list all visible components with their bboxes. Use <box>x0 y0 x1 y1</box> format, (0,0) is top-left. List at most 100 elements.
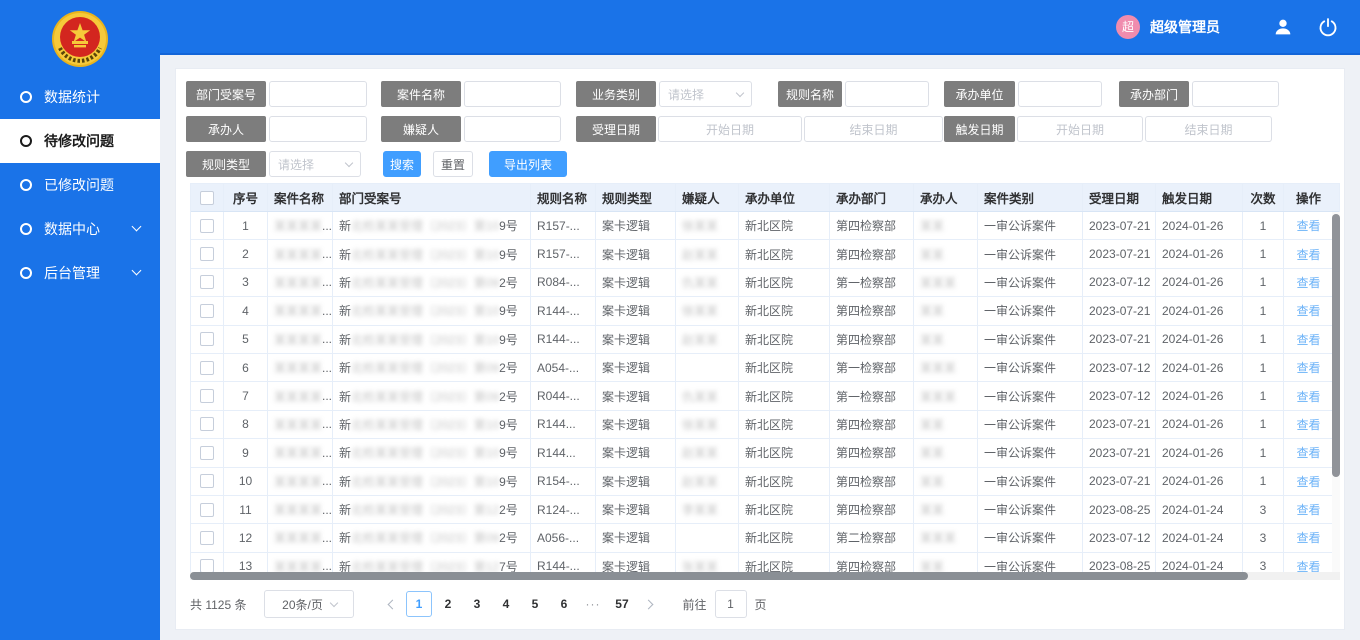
view-link[interactable]: 查看 <box>1296 217 1320 234</box>
row-checkbox[interactable] <box>200 332 214 346</box>
page-number-4[interactable]: 4 <box>493 591 519 617</box>
row-checkbox[interactable] <box>200 247 214 261</box>
horizontal-scrollbar-thumb[interactable] <box>190 572 1248 580</box>
rule-type-cell: 案卡逻辑 <box>596 468 676 495</box>
suspect-input[interactable] <box>464 116 561 142</box>
row-checkbox[interactable] <box>200 446 214 460</box>
reset-button[interactable]: 重置 <box>433 151 473 177</box>
count-cell: 3 <box>1243 496 1284 523</box>
page-number-1[interactable]: 1 <box>406 591 432 617</box>
circle-icon <box>20 223 32 235</box>
sidebar-item-label: 已修改问题 <box>44 175 114 195</box>
dept-cell: 第四检察部 <box>830 496 914 523</box>
sidebar-item-3[interactable]: 已修改问题 <box>0 163 160 207</box>
category-cell: 一审公诉案件 <box>978 212 1083 239</box>
handler-cell: 某某 <box>914 468 978 495</box>
power-icon[interactable] <box>1318 17 1338 37</box>
text: 9号 <box>499 473 518 490</box>
dept-input[interactable] <box>1192 81 1279 107</box>
page-number-57[interactable]: 57 <box>609 591 635 617</box>
trigger-date-end-input[interactable]: 结束日期 <box>1145 116 1272 142</box>
handler-cell: 某某 <box>914 212 978 239</box>
view-link[interactable]: 查看 <box>1296 444 1320 461</box>
rule-type-select[interactable]: 请选择 <box>269 151 361 177</box>
sidebar-item-1[interactable]: 数据统计 <box>0 75 160 119</box>
dept-cell: 第四检察部 <box>830 240 914 267</box>
accept-date-cell: 2023-07-21 <box>1083 212 1156 239</box>
row-checkbox[interactable] <box>200 474 214 488</box>
text: ... <box>322 446 332 460</box>
row-checkbox[interactable] <box>200 389 214 403</box>
handler-input[interactable] <box>269 116 367 142</box>
handler-redacted: 某某某 <box>920 359 956 376</box>
dept-case-no-cell: 新北检某某受理〔2023〕第092号 <box>333 354 531 381</box>
dept-cell: 第一检察部 <box>830 269 914 296</box>
rule-name-cell: R124-... <box>531 496 596 523</box>
view-link[interactable]: 查看 <box>1296 359 1320 376</box>
horizontal-scrollbar <box>190 572 1340 580</box>
suspect-redacted: 徐某某 <box>682 217 718 234</box>
sidebar-item-4[interactable]: 数据中心 <box>0 207 160 251</box>
case-name-input[interactable] <box>464 81 561 107</box>
row-checkbox[interactable] <box>200 531 214 545</box>
row-checkbox[interactable] <box>200 361 214 375</box>
row-checkbox[interactable] <box>200 304 214 318</box>
column-header: 次数 <box>1243 184 1284 211</box>
select-all-checkbox[interactable] <box>200 191 214 205</box>
trigger-date-start-input[interactable]: 开始日期 <box>1017 116 1143 142</box>
view-link[interactable]: 查看 <box>1296 416 1320 433</box>
biz-type-select[interactable]: 请选择 <box>659 81 752 107</box>
case-name-cell: 某某某某... <box>268 468 333 495</box>
trigger-date-cell: 2024-01-26 <box>1156 382 1243 409</box>
goto-page-input[interactable] <box>715 590 747 618</box>
page-size-select[interactable]: 20条/页 <box>264 590 354 618</box>
vertical-scrollbar-thumb[interactable] <box>1332 214 1340 477</box>
rule-name-cell: A054-... <box>531 354 596 381</box>
avatar[interactable]: 超 <box>1116 15 1140 39</box>
dept-case-no-input[interactable] <box>269 81 367 107</box>
org-input[interactable] <box>1018 81 1102 107</box>
page-number-5[interactable]: 5 <box>522 591 548 617</box>
text: 新 <box>339 246 351 263</box>
text: ... <box>322 389 332 403</box>
rule-name-cell: R144... <box>531 411 596 438</box>
view-link[interactable]: 查看 <box>1296 473 1320 490</box>
case-no-redacted: 北检某某受理〔2023〕第09 <box>351 529 499 546</box>
accept-date-start-input[interactable]: 开始日期 <box>658 116 802 142</box>
accept-date-end-input[interactable]: 结束日期 <box>804 116 943 142</box>
text: ... <box>322 531 332 545</box>
view-link[interactable]: 查看 <box>1296 529 1320 546</box>
count-cell: 1 <box>1243 439 1284 466</box>
view-link[interactable]: 查看 <box>1296 302 1320 319</box>
prev-page-button[interactable] <box>380 590 404 618</box>
suspect-redacted: 赵某某 <box>682 473 718 490</box>
view-link[interactable]: 查看 <box>1296 501 1320 518</box>
next-page-button[interactable] <box>636 590 660 618</box>
rule-name-input[interactable] <box>845 81 929 107</box>
action-cell: 查看 <box>1284 326 1333 353</box>
handler-cell: 某某 <box>914 411 978 438</box>
row-checkbox[interactable] <box>200 503 214 517</box>
page-number-2[interactable]: 2 <box>435 591 461 617</box>
action-cell: 查看 <box>1284 297 1333 324</box>
page-number-6[interactable]: 6 <box>551 591 577 617</box>
dept-case-no-cell: 新北检某某受理〔2023〕第122号 <box>333 496 531 523</box>
filter-label: 规则类型 <box>186 151 266 177</box>
row-checkbox[interactable] <box>200 417 214 431</box>
view-link[interactable]: 查看 <box>1296 246 1320 263</box>
sidebar-item-2[interactable]: 待修改问题 <box>0 119 160 163</box>
row-checkbox[interactable] <box>200 275 214 289</box>
search-button[interactable]: 搜索 <box>383 151 421 177</box>
text: 新 <box>339 388 351 405</box>
view-link[interactable]: 查看 <box>1296 388 1320 405</box>
row-checkbox[interactable] <box>200 219 214 233</box>
sidebar-item-5[interactable]: 后台管理 <box>0 251 160 295</box>
text: 9号 <box>499 416 518 433</box>
view-link[interactable]: 查看 <box>1296 274 1320 291</box>
export-button[interactable]: 导出列表 <box>489 151 567 177</box>
row-index-cell: 8 <box>224 411 268 438</box>
view-link[interactable]: 查看 <box>1296 331 1320 348</box>
user-icon[interactable] <box>1272 16 1294 38</box>
page-number-3[interactable]: 3 <box>464 591 490 617</box>
case-no-redacted: 北检某某受理〔2023〕第09 <box>351 274 499 291</box>
